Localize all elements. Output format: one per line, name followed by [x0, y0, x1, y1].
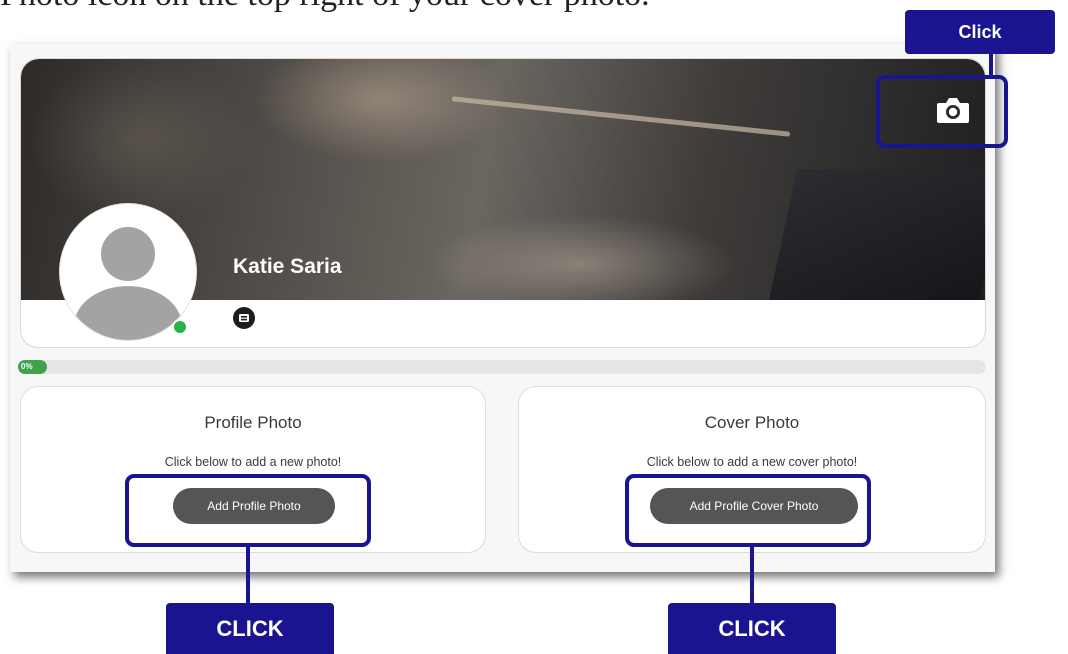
profile-photo-description: Click below to add a new photo! [164, 455, 342, 469]
camera-highlight-box [876, 75, 1008, 148]
click-callout-right: CLICK [668, 603, 836, 654]
cover-photo-laptop [765, 169, 985, 300]
callout-connector-right [750, 547, 754, 605]
profile-card: Katie Saria [20, 58, 986, 348]
profile-photo-title: Profile Photo [204, 413, 302, 432]
cover-photo-description: Click below to add a new cover photo! [646, 455, 858, 469]
avatar[interactable] [59, 203, 197, 341]
click-callout-left: CLICK [166, 603, 334, 654]
cover-photo-detail [451, 96, 791, 137]
badge-glyph [239, 314, 249, 322]
profile-completion-fill: 0% [18, 360, 47, 374]
cover-photo-title: Cover Photo [704, 413, 800, 432]
badge-icon[interactable] [233, 307, 255, 329]
callout-connector-left [246, 547, 250, 605]
profile-name: Katie Saria [233, 255, 342, 278]
online-status-indicator [172, 319, 188, 335]
add-cover-photo-highlight-box [625, 474, 871, 547]
click-callout-top: Click [905, 10, 1055, 54]
profile-completion-bar: 0% [18, 360, 986, 374]
instruction-text: Photo icon on the top right of your cove… [0, 0, 900, 14]
add-profile-photo-highlight-box [125, 474, 371, 547]
profile-completion-label: 0% [21, 362, 33, 371]
